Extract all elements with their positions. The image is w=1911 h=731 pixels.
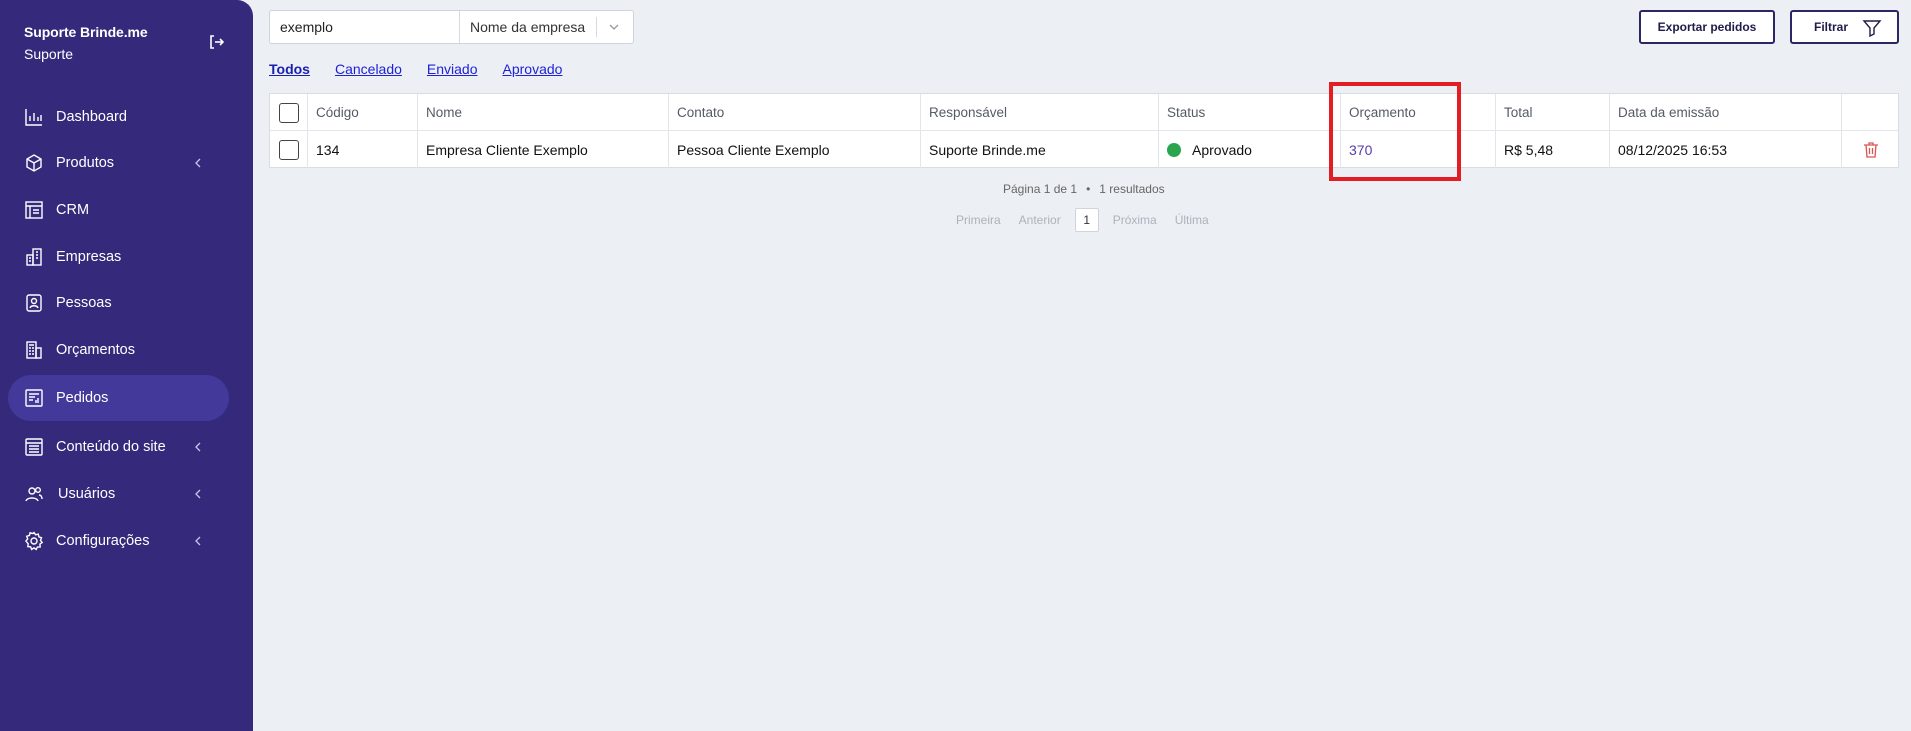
cell-orcamento: 370 xyxy=(1340,131,1495,168)
sidebar-item-label: Orçamentos xyxy=(56,342,135,358)
chevron-left-icon xyxy=(195,489,201,499)
select-divider xyxy=(596,17,597,37)
contact-card-icon xyxy=(26,294,42,312)
column-header-codigo[interactable]: Código xyxy=(307,94,417,131)
sidebar-item-label: Pessoas xyxy=(56,295,112,311)
pagination-current-page[interactable]: 1 xyxy=(1074,208,1099,232)
status-tabs: Todos Cancelado Enviado Aprovado xyxy=(269,61,587,77)
chevron-left-icon xyxy=(195,536,201,546)
column-header-actions xyxy=(1841,94,1899,131)
brand-name: Suporte Brinde.me xyxy=(24,24,148,40)
search-input[interactable] xyxy=(270,11,460,43)
status-indicator-dot xyxy=(1167,142,1181,157)
chevron-left-icon xyxy=(195,442,201,452)
website-content-icon xyxy=(25,438,43,456)
cell-total: R$ 5,48 xyxy=(1495,131,1609,168)
pagination-next[interactable]: Próxima xyxy=(1113,213,1157,227)
sidebar-item-configuracoes[interactable]: Configurações xyxy=(8,518,229,564)
pagination-first[interactable]: Primeira xyxy=(956,213,1001,227)
sidebar-item-label: Configurações xyxy=(56,533,150,549)
row-checkbox[interactable] xyxy=(278,139,299,160)
pagination-last[interactable]: Última xyxy=(1175,213,1209,227)
users-icon xyxy=(25,487,43,502)
select-all-checkbox[interactable] xyxy=(278,102,299,123)
cell-actions xyxy=(1841,131,1899,168)
tab-todos[interactable]: Todos xyxy=(269,61,310,77)
chart-bars-icon xyxy=(25,109,42,126)
column-header-total[interactable]: Total xyxy=(1495,94,1609,131)
sidebar-item-conteudo-do-site[interactable]: Conteúdo do site xyxy=(8,424,229,470)
tab-enviado[interactable]: Enviado xyxy=(427,61,478,77)
order-document-icon xyxy=(25,389,43,407)
sidebar-item-pessoas[interactable]: Pessoas xyxy=(8,280,229,326)
page-info-text: Página 1 de 1 xyxy=(1003,182,1078,196)
export-orders-button[interactable]: Exportar pedidos xyxy=(1639,10,1775,44)
calculator-building-icon xyxy=(26,341,42,359)
trash-icon[interactable] xyxy=(1863,141,1879,159)
sidebar-item-orcamentos[interactable]: Orçamentos xyxy=(8,327,229,373)
cell-codigo: 134 xyxy=(307,131,417,168)
column-header-contato[interactable]: Contato xyxy=(668,94,920,131)
sidebar-item-pedidos[interactable]: Pedidos xyxy=(8,375,229,421)
cell-data-emissao: 08/12/2025 16:53 xyxy=(1609,131,1841,168)
crm-board-icon xyxy=(25,201,43,219)
column-header-data-emissao[interactable]: Data da emissão xyxy=(1609,94,1841,131)
sidebar-item-empresas[interactable]: Empresas xyxy=(8,234,229,280)
tab-cancelado[interactable]: Cancelado xyxy=(335,61,402,77)
chevron-down-icon xyxy=(609,24,619,30)
pagination-separator: • xyxy=(1086,182,1091,196)
sidebar-item-label: Conteúdo do site xyxy=(56,439,166,455)
sidebar: Suporte Brinde.me Suporte Dashboard Prod… xyxy=(0,0,253,731)
pagination-previous[interactable]: Anterior xyxy=(1019,213,1061,227)
search-field-select-value: Nome da empresa xyxy=(470,19,586,35)
cell-responsavel: Suporte Brinde.me xyxy=(920,131,1158,168)
sidebar-item-crm[interactable]: CRM xyxy=(8,187,229,233)
chevron-left-icon xyxy=(195,158,201,168)
cell-status: Aprovado xyxy=(1158,131,1340,168)
filter-button[interactable]: Filtrar xyxy=(1790,10,1899,44)
sidebar-item-dashboard[interactable]: Dashboard xyxy=(8,94,229,140)
pagination-info: Página 1 de 1 • 1 resultados xyxy=(1003,182,1165,196)
sidebar-item-label: CRM xyxy=(56,202,90,218)
filter-button-label: Filtrar xyxy=(1814,20,1849,34)
brand-role: Suporte xyxy=(24,46,74,62)
search-bar: Nome da empresa xyxy=(269,10,634,44)
sidebar-item-label: Produtos xyxy=(56,155,115,171)
table-row[interactable]: 134 Empresa Cliente Exemplo Pessoa Clien… xyxy=(270,131,1898,168)
status-label: Aprovado xyxy=(1192,141,1252,158)
sidebar-item-label: Usuários xyxy=(58,486,116,502)
brand: Suporte Brinde.me Suporte xyxy=(24,24,148,62)
search-field-select[interactable]: Nome da empresa xyxy=(460,11,633,43)
column-header-status[interactable]: Status xyxy=(1158,94,1340,131)
row-select-cell xyxy=(270,131,307,168)
sidebar-item-usuarios[interactable]: Usuários xyxy=(8,471,229,517)
tab-aprovado[interactable]: Aprovado xyxy=(503,61,563,77)
column-header-nome[interactable]: Nome xyxy=(417,94,668,131)
orders-table: Código Nome Contato Responsável Status O… xyxy=(269,93,1899,168)
cell-contato: Pessoa Cliente Exemplo xyxy=(668,131,920,168)
column-header-responsavel[interactable]: Responsável xyxy=(920,94,1158,131)
filter-funnel-icon xyxy=(1862,20,1882,38)
box-icon xyxy=(26,154,42,172)
sidebar-item-produtos[interactable]: Produtos xyxy=(8,140,229,186)
gear-icon xyxy=(24,531,44,551)
cell-nome: Empresa Cliente Exemplo xyxy=(417,131,668,168)
table-header-row: Código Nome Contato Responsável Status O… xyxy=(270,94,1898,131)
sidebar-item-label: Dashboard xyxy=(56,109,127,125)
budget-link[interactable]: 370 xyxy=(1349,142,1372,158)
buildings-icon xyxy=(26,248,42,266)
sidebar-item-label: Empresas xyxy=(56,249,122,265)
pagination: Primeira Anterior 1 Próxima Última xyxy=(956,207,1227,233)
results-count: 1 resultados xyxy=(1099,182,1165,196)
header-select-cell xyxy=(270,94,307,131)
logout-icon[interactable] xyxy=(208,34,224,50)
sidebar-item-label: Pedidos xyxy=(56,390,109,406)
